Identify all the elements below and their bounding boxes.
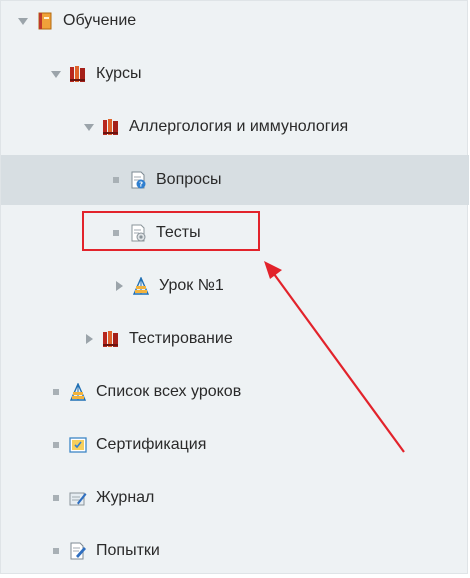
tree-item-label: Журнал	[96, 489, 155, 506]
questions-icon: ?	[131, 171, 146, 189]
tree-item-obuchenie[interactable]: Обучение	[1, 0, 469, 46]
lesson-icon	[69, 383, 87, 401]
svg-text:?: ?	[139, 181, 143, 189]
tree-item-journal[interactable]: Журнал	[1, 473, 469, 523]
bullet-marker	[49, 491, 63, 505]
tree-item-urok-1[interactable]: Урок №1	[1, 261, 469, 311]
tree-item-attempts[interactable]: Попытки	[1, 526, 469, 576]
tree-item-allergology[interactable]: Аллергология и иммунология	[1, 102, 469, 152]
tree-item-label: Список всех уроков	[96, 383, 242, 400]
attempts-icon	[70, 542, 86, 560]
tree-item-label: Попытки	[96, 542, 160, 559]
book-icon	[38, 12, 52, 30]
tree-item-label: Аллергология и иммунология	[129, 118, 349, 135]
books-icon	[103, 331, 118, 347]
tree-item-label: Вопросы	[156, 171, 222, 188]
certificate-icon	[69, 437, 87, 453]
tree-item-label: Курсы	[96, 65, 142, 82]
course-tree-panel: Обучение Курсы Аллергология и иммунологи…	[0, 0, 469, 576]
bullet-marker	[49, 544, 63, 558]
tree-item-kursy[interactable]: Курсы	[1, 49, 469, 99]
expand-toggle[interactable]	[82, 332, 96, 346]
tree-item-certification[interactable]: Сертификация	[1, 420, 469, 470]
journal-icon	[69, 492, 87, 506]
tree-item-all-lessons[interactable]: Список всех уроков	[1, 367, 469, 417]
tree-item-label: Обучение	[63, 12, 137, 29]
tree-item-label: Урок №1	[159, 277, 224, 294]
tree-item-label: Сертификация	[96, 436, 207, 453]
tree-item-label: Тестирование	[129, 330, 233, 347]
tree-item-testy[interactable]: Тесты	[1, 208, 469, 258]
lesson-icon	[132, 277, 150, 295]
tests-icon	[131, 224, 146, 242]
expand-toggle[interactable]	[49, 67, 63, 81]
expand-toggle[interactable]	[16, 14, 30, 28]
books-icon	[103, 119, 118, 135]
bullet-marker	[109, 173, 123, 187]
bullet-marker	[49, 385, 63, 399]
tree-item-voprosy[interactable]: ? Вопросы	[1, 155, 469, 205]
bullet-marker	[49, 438, 63, 452]
tree-item-testirovanie[interactable]: Тестирование	[1, 314, 469, 364]
expand-toggle[interactable]	[82, 120, 96, 134]
bullet-marker	[109, 226, 123, 240]
books-icon	[70, 66, 85, 82]
tree-item-label: Тесты	[156, 224, 201, 241]
expand-toggle[interactable]	[112, 279, 126, 293]
